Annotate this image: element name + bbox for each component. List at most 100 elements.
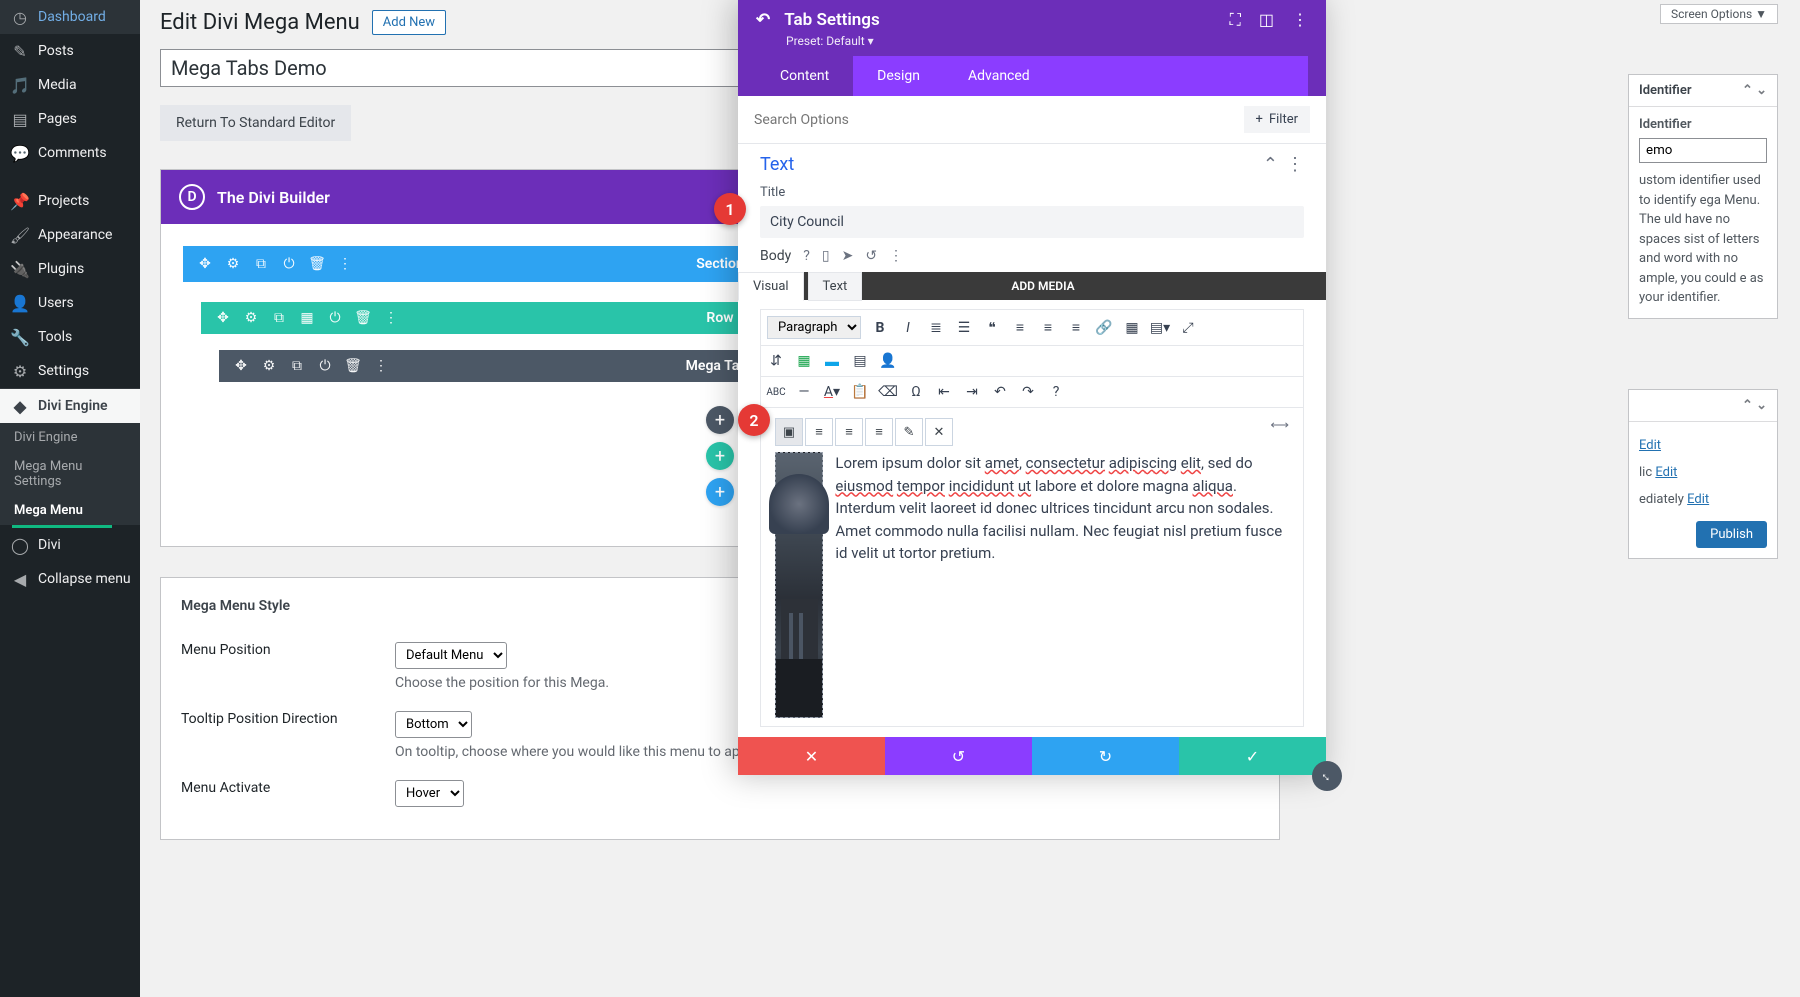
align-right-icon[interactable]: ≡ (1067, 319, 1085, 337)
search-options-input[interactable] (754, 112, 1244, 128)
grid-icon[interactable]: ▦ (1123, 319, 1141, 337)
cancel-button[interactable]: ✕ (738, 737, 885, 775)
tab-title-input[interactable] (760, 206, 1304, 238)
toolbar-extra-icon[interactable]: ▬ (823, 352, 841, 370)
close-icon[interactable]: ✕ (925, 418, 953, 446)
field-select[interactable]: Default Menu (395, 642, 507, 669)
align-center-icon[interactable]: ≡ (805, 418, 833, 446)
identifier-input[interactable] (1639, 138, 1767, 163)
screen-options-toggle[interactable]: Screen Options ▼ (1660, 4, 1778, 24)
table-icon[interactable]: ▤▾ (1151, 319, 1169, 337)
modal-tab-content[interactable]: Content (756, 56, 853, 96)
duplicate-icon[interactable]: ⧉ (271, 310, 287, 326)
sidebar-item-plugins[interactable]: 🔌Plugins (0, 252, 140, 286)
field-select[interactable]: Bottom (395, 711, 472, 738)
toolbar-extra-icon[interactable]: ▤ (851, 352, 869, 370)
sidebar-item-pages[interactable]: ▤Pages (0, 102, 140, 136)
sidebar-item-projects[interactable]: 📌Projects (0, 184, 140, 218)
paragraph-select[interactable]: Paragraph (767, 316, 861, 339)
mobile-icon[interactable]: ▯ (822, 248, 830, 264)
expand-icon[interactable]: ⛶ (1230, 10, 1241, 30)
field-select[interactable]: Hover (395, 780, 464, 807)
more-icon[interactable]: ⋮ (889, 248, 903, 264)
filter-button[interactable]: +Filter (1244, 106, 1310, 133)
sidebar-item-comments[interactable]: 💬Comments (0, 136, 140, 170)
submenu-item[interactable]: Mega Menu Settings (0, 452, 140, 496)
move-icon[interactable]: ✥ (233, 358, 249, 374)
more-icon[interactable]: ⋮ (373, 358, 389, 374)
sidebar-item-appearance[interactable]: 🖌Appearance (0, 218, 140, 252)
redo-icon[interactable]: ↷ (1019, 383, 1037, 401)
clear-icon[interactable]: ⌫ (879, 383, 897, 401)
add-new-button[interactable]: Add New (372, 10, 446, 35)
move-icon[interactable]: ✥ (215, 310, 231, 326)
number-list-icon[interactable]: ☰ (955, 319, 973, 337)
sidebar-collapse-menu[interactable]: ◀Collapse menu (0, 562, 140, 596)
sidebar-item-dashboard[interactable]: ◷Dashboard (0, 0, 140, 34)
edit-link[interactable]: Edit (1655, 465, 1677, 480)
bullet-list-icon[interactable]: ≣ (927, 319, 945, 337)
modal-tab-advanced[interactable]: Advanced (944, 56, 1054, 96)
align-none-icon[interactable]: ≡ (865, 418, 893, 446)
paste-icon[interactable]: 📋 (851, 383, 869, 401)
sidebar-item-posts[interactable]: ✎Posts (0, 34, 140, 68)
help-icon[interactable]: ? (1047, 383, 1065, 401)
indent-right-icon[interactable]: ⇥ (963, 383, 981, 401)
more-icon[interactable]: ⋮ (337, 256, 353, 272)
trash-icon[interactable]: 🗑 (345, 358, 361, 374)
add-row-button[interactable]: + (706, 442, 734, 470)
fullscreen-icon[interactable]: ⤢ (1179, 319, 1197, 337)
align-right-icon[interactable]: ≡ (835, 418, 863, 446)
align-center-icon[interactable]: ≡ (1039, 319, 1057, 337)
more-icon[interactable]: ⋮ (1286, 154, 1304, 175)
more-icon[interactable]: ⋮ (1292, 10, 1308, 30)
columns-icon[interactable]: ▦ (299, 310, 315, 326)
hr-icon[interactable]: — (795, 383, 813, 401)
editor-tab-text[interactable]: Text (808, 272, 863, 301)
quote-icon[interactable]: ❝ (983, 319, 1001, 337)
submenu-item[interactable]: Mega Menu (0, 496, 140, 525)
sidebar-item-media[interactable]: 🎵Media (0, 68, 140, 102)
trash-icon[interactable]: 🗑 (309, 256, 325, 272)
editor-body-text[interactable]: Lorem ipsum dolor sit amet, consectetur … (835, 452, 1289, 718)
reset-icon[interactable]: ↺ (865, 248, 877, 264)
chevron-up-icon[interactable]: ⌃ (1263, 154, 1278, 175)
power-icon[interactable]: ⏻ (317, 358, 333, 374)
sidebar-item-tools[interactable]: 🔧Tools (0, 320, 140, 354)
add-section-button[interactable]: + (706, 478, 734, 506)
editor-tab-visual[interactable]: Visual (738, 272, 804, 301)
toolbar-extra-icon[interactable]: 👤 (879, 352, 897, 370)
redo-button[interactable]: ↻ (1032, 737, 1179, 775)
edit-icon[interactable]: ✎ (895, 418, 923, 446)
align-left-icon[interactable]: ≡ (1011, 319, 1029, 337)
snap-icon[interactable]: ◫ (1259, 10, 1274, 30)
back-icon[interactable]: ↶ (756, 10, 770, 30)
duplicate-icon[interactable]: ⧉ (289, 358, 305, 374)
preset-selector[interactable]: Preset: Default ▾ (756, 30, 1308, 56)
indent-left-icon[interactable]: ⇤ (935, 383, 953, 401)
power-icon[interactable]: ⏻ (281, 256, 297, 272)
chevron-icons[interactable]: ⌃ ⌄ (1742, 398, 1767, 413)
power-icon[interactable]: ⏻ (327, 310, 343, 326)
publish-button[interactable]: Publish (1696, 521, 1767, 548)
move-icon[interactable]: ✥ (197, 256, 213, 272)
edit-link[interactable]: Edit (1687, 492, 1709, 507)
edit-link[interactable]: Edit (1639, 438, 1661, 453)
italic-icon[interactable]: I (899, 319, 917, 337)
textcolor-icon[interactable]: A▾ (823, 383, 841, 401)
editor-image[interactable] (775, 452, 823, 718)
editor-content-area[interactable]: ⟷ ▣ ≡ ≡ ≡ ✎ ✕ Lorem ipsum dolor sit amet… (760, 408, 1304, 727)
more-icon[interactable]: ⋮ (383, 310, 399, 326)
sidebar-item-divi[interactable]: ◯Divi (0, 528, 140, 562)
duplicate-icon[interactable]: ⧉ (253, 256, 269, 272)
sidebar-item-settings[interactable]: ⚙Settings (0, 354, 140, 388)
toolbar-extra-icon[interactable]: ⇵ (767, 352, 785, 370)
hover-icon[interactable]: ➤ (842, 248, 854, 264)
chevron-icons[interactable]: ⌃ ⌄ (1742, 83, 1767, 98)
gear-icon[interactable]: ⚙ (261, 358, 277, 374)
return-standard-editor-button[interactable]: Return To Standard Editor (160, 105, 351, 141)
link-icon[interactable]: 🔗 (1095, 319, 1113, 337)
abc-icon[interactable]: ABC (767, 383, 785, 401)
trash-icon[interactable]: 🗑 (355, 310, 371, 326)
save-button[interactable]: ✓ (1179, 737, 1326, 775)
